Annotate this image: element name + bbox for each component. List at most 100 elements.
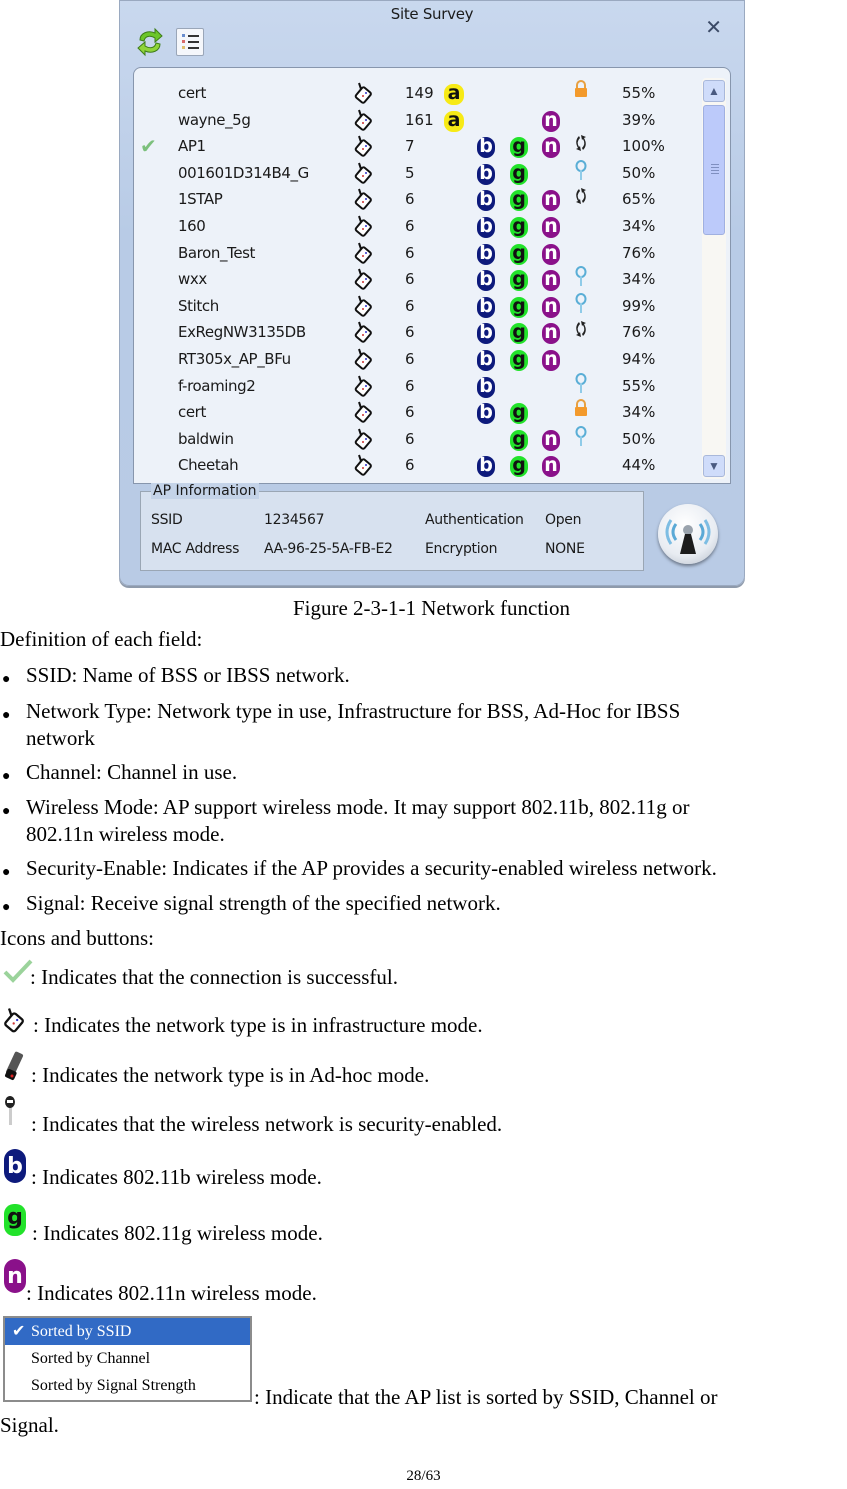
mode-g-icon: g: [510, 190, 528, 212]
ap-channel: 6: [405, 216, 415, 235]
mode-b-icon: b: [477, 190, 495, 212]
field-definition-text: SSID: Name of BSS or IBSS network.: [26, 663, 350, 687]
ap-ssid: Baron_Test: [178, 243, 256, 262]
connect-button[interactable]: [658, 504, 718, 564]
ap-ssid: RT305x_AP_BFu: [178, 349, 291, 368]
ap-ssid: 1STAP: [178, 190, 223, 209]
ap-signal: 65%: [622, 190, 656, 209]
page-number: 28/63: [406, 1468, 441, 1484]
ap-signal: 34%: [622, 270, 656, 289]
infrastructure-icon: [354, 426, 376, 452]
ap-channel: 149: [405, 84, 434, 102]
ap-list-row[interactable]: Stitch 6 b g n 99%: [134, 292, 704, 320]
ap-signal: 50%: [622, 429, 656, 448]
ap-channel: 6: [405, 376, 415, 395]
ap-list-row[interactable]: wayne_5g 161 a n 39%: [134, 107, 704, 134]
ap-list-row[interactable]: Baron_Test 6 b g n 76%: [134, 240, 704, 267]
ap-list-row[interactable]: 160 6 b g n 34%: [134, 213, 704, 240]
ap-signal: 94%: [622, 349, 656, 368]
mode-g-icon: g: [510, 456, 528, 478]
ap-channel: 7: [405, 137, 415, 156]
mode-b-icon: b: [477, 137, 495, 159]
ap-ssid: cert: [178, 84, 206, 102]
vertical-scrollbar[interactable]: ▲ ▼: [702, 78, 726, 479]
ap-signal: 39%: [622, 110, 656, 129]
list-bullet: [182, 34, 185, 37]
infrastructure-icon: [354, 133, 376, 159]
ap-ssid: wxx: [178, 270, 207, 289]
scroll-up-button[interactable]: ▲: [703, 80, 725, 102]
ap-signal: 50%: [622, 163, 656, 182]
ap-list-row[interactable]: wxx 6 b g n 34%: [134, 266, 704, 293]
mode-n-icon: n: [542, 137, 560, 159]
mac-address-value: AA-96-25-5A-FB-E2: [264, 541, 393, 557]
field-definition-text: Security-Enable: Indicates if the AP pro…: [26, 856, 717, 880]
sort-menu[interactable]: ✔ Sorted by SSID Sorted by Channel Sorte…: [3, 1316, 252, 1402]
mode-b-icon: b: [477, 270, 495, 292]
mode-n-icon: n: [542, 270, 560, 292]
ap-list-row[interactable]: RT305x_AP_BFu 6 b g n 94%: [134, 346, 704, 373]
refresh-button[interactable]: [136, 27, 164, 57]
ap-signal: 34%: [622, 216, 656, 235]
encryption-value: NONE: [545, 541, 585, 557]
list-bullet: [182, 46, 185, 49]
infrastructure-icon: [354, 107, 376, 133]
field-definition-text: network: [26, 726, 95, 750]
mode-n-icon: n: [3, 1258, 27, 1299]
ssid-label: SSID: [151, 512, 183, 528]
sort-option-channel[interactable]: Sorted by Channel: [5, 1345, 250, 1372]
field-definition-text: Network Type: Network type in use, Infra…: [26, 699, 681, 723]
ap-channel: 6: [405, 190, 415, 209]
infrastructure-icon: [354, 452, 376, 478]
ap-list-row[interactable]: ExRegNW3135DB 6 b g n 76%: [134, 319, 704, 346]
ap-list: cert 149 a 55% wayne_5g 161 a n 39% ✔ AP1 7 b g n 100% 0…: [134, 80, 704, 479]
ap-signal: 55%: [622, 84, 656, 102]
scroll-thumb[interactable]: [703, 105, 725, 235]
close-button[interactable]: ✕: [705, 15, 722, 39]
mode-g-icon: g: [510, 243, 528, 265]
check-icon: [3, 958, 33, 989]
sort-option-ssid[interactable]: ✔ Sorted by SSID: [5, 1318, 250, 1345]
ap-channel: 161: [405, 110, 434, 129]
mode-g-icon: g: [510, 323, 528, 345]
ap-list-row[interactable]: 1STAP 6 b g n 65%: [134, 186, 704, 213]
sort-option-signal[interactable]: Sorted by Signal Strength: [5, 1372, 250, 1399]
mode-g-icon: g: [3, 1203, 27, 1244]
definition-heading: Definition of each field:: [0, 627, 203, 651]
ap-list-row[interactable]: cert 6 b g 34%: [134, 399, 704, 426]
sort-description-continued: Signal.: [0, 1413, 59, 1437]
mode-n-icon: n: [542, 190, 560, 212]
ap-ssid: f-roaming2: [178, 376, 256, 395]
security-key-icon: [571, 292, 591, 319]
sort-list-button[interactable]: [176, 28, 204, 56]
infrastructure-icon: [354, 293, 376, 319]
scroll-down-button[interactable]: ▼: [703, 455, 725, 477]
ap-information-group: AP Information SSID 1234567 Authenticati…: [140, 483, 644, 571]
infrastructure-icon: [354, 399, 376, 425]
icons-heading: Icons and buttons:: [0, 926, 154, 950]
mode-n-icon: n: [542, 243, 560, 265]
ap-list-row[interactable]: baldwin 6 g n 50%: [134, 425, 704, 453]
ap-list-row[interactable]: cert 149 a 55%: [134, 80, 704, 107]
ap-list-row[interactable]: 001601D314B4_G 5 b g 50%: [134, 159, 704, 187]
connected-check-icon: ✔: [140, 134, 157, 159]
figure-caption: Figure 2-3-1-1 Network function: [292, 596, 571, 620]
ap-channel: 6: [405, 456, 415, 475]
ap-channel: 6: [405, 296, 415, 315]
security-lock-icon: [571, 80, 591, 106]
ap-ssid: wayne_5g: [178, 110, 251, 129]
ap-ssid: 160: [178, 216, 206, 235]
ap-list-row[interactable]: Cheetah 6 b g n 44%: [134, 452, 704, 479]
ap-list-panel: cert 149 a 55% wayne_5g 161 a n 39% ✔ AP1 7 b g n 100% 0…: [133, 67, 731, 484]
ap-list-row[interactable]: ✔ AP1 7 b g n 100%: [134, 133, 704, 160]
security-wps-icon: [571, 319, 591, 345]
icon-legend-text: : Indicates 802.11n wireless mode.: [26, 1281, 317, 1305]
mode-b-icon: b: [477, 403, 495, 425]
ap-list-row[interactable]: f-roaming2 6 b 55%: [134, 372, 704, 400]
ap-ssid: Stitch: [178, 296, 219, 315]
mode-g-icon: g: [510, 216, 528, 238]
security-key-icon: [571, 372, 591, 399]
svg-text:b: b: [7, 1154, 23, 1179]
security-wps-icon: [571, 133, 591, 159]
mode-g-icon: g: [510, 137, 528, 159]
